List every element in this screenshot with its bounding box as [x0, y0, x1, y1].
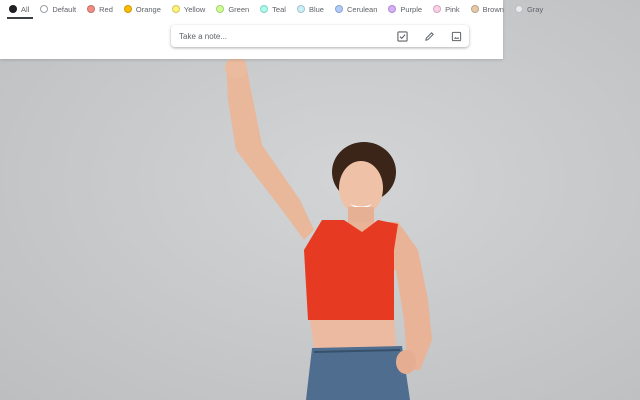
color-dot-icon [433, 5, 442, 13]
take-note-bar[interactable] [171, 25, 469, 47]
color-filter-bar: All Default Red Orange Yellow Green Teal Blue Ce… [0, 0, 550, 19]
filter-label: Gray [526, 4, 544, 14]
filter-label: Default [52, 4, 77, 14]
color-dot-icon [9, 5, 17, 13]
image-icon[interactable] [449, 29, 463, 43]
color-dot-icon [216, 5, 225, 13]
checkbox-icon[interactable] [395, 29, 409, 43]
color-dot-icon [40, 5, 49, 13]
filter-chip-all[interactable]: All [5, 1, 34, 19]
note-tools [382, 29, 463, 43]
filter-chip-cerulean[interactable]: Cerulean [331, 1, 381, 18]
filter-chip-orange[interactable]: Orange [120, 1, 165, 18]
filter-chip-yellow[interactable]: Yellow [168, 1, 209, 18]
filter-label: Purple [400, 4, 423, 14]
filter-label: Yellow [183, 4, 206, 14]
color-dot-icon [123, 5, 132, 13]
filter-chip-purple[interactable]: Purple [384, 1, 426, 18]
woman-photo [225, 58, 432, 400]
color-dot-icon [171, 5, 180, 13]
color-dot-icon [334, 5, 343, 13]
color-dot-icon [388, 5, 397, 13]
filter-chip-gray[interactable]: Gray [511, 1, 547, 18]
filter-label: Brown [482, 4, 504, 14]
filter-label: Cerulean [346, 4, 378, 14]
color-dot-icon [87, 5, 96, 13]
notes-toolbar-panel: All Default Red Orange Yellow Green Teal Blue Ce… [0, 0, 543, 59]
color-dot-icon [470, 5, 479, 13]
color-dot-icon [296, 5, 305, 13]
filter-chip-default[interactable]: Default [36, 1, 80, 18]
background-photo [0, 0, 640, 400]
filter-chip-green[interactable]: Green [212, 1, 253, 18]
filter-label: All [21, 4, 30, 14]
filter-chip-blue[interactable]: Blue [293, 1, 328, 18]
filter-label: Red [99, 4, 113, 14]
color-dot-icon [514, 5, 523, 13]
filter-chip-teal[interactable]: Teal [256, 1, 290, 18]
filter-label: Blue [308, 4, 324, 14]
filter-label: Pink [445, 4, 460, 14]
filter-chip-brown[interactable]: Brown [467, 1, 508, 18]
filter-label: Green [228, 4, 250, 14]
color-dot-icon [260, 5, 269, 13]
filter-chip-pink[interactable]: Pink [429, 1, 464, 18]
pencil-icon[interactable] [422, 29, 436, 43]
filter-label: Orange [135, 4, 161, 14]
take-note-input[interactable] [179, 31, 379, 41]
filter-label: Teal [272, 4, 286, 14]
filter-chip-red[interactable]: Red [83, 1, 117, 18]
